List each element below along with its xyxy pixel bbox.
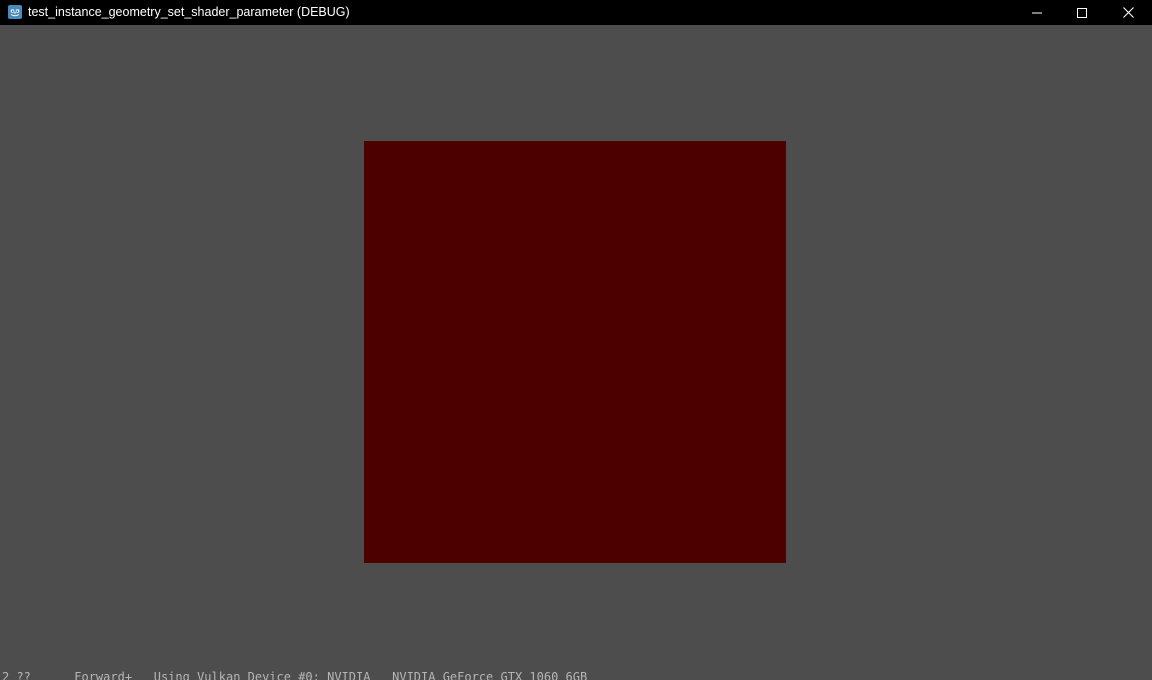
red-square-mesh [364,141,786,563]
godot-icon [8,5,22,19]
console-output-line: 2 ?? Forward+ Using Vulkan Device #0: NV… [2,670,588,680]
minimize-icon [1032,12,1042,13]
close-button[interactable] [1105,0,1151,25]
close-icon [1122,7,1134,18]
minimize-button[interactable] [1014,0,1060,25]
maximize-icon [1077,7,1087,18]
app-window: test_instance_geometry_set_shader_parame… [0,0,1152,680]
title-bar[interactable]: test_instance_geometry_set_shader_parame… [0,0,1152,25]
game-viewport[interactable]: 2 ?? Forward+ Using Vulkan Device #0: NV… [0,25,1152,680]
maximize-button[interactable] [1059,0,1105,25]
window-title: test_instance_geometry_set_shader_parame… [28,5,350,19]
